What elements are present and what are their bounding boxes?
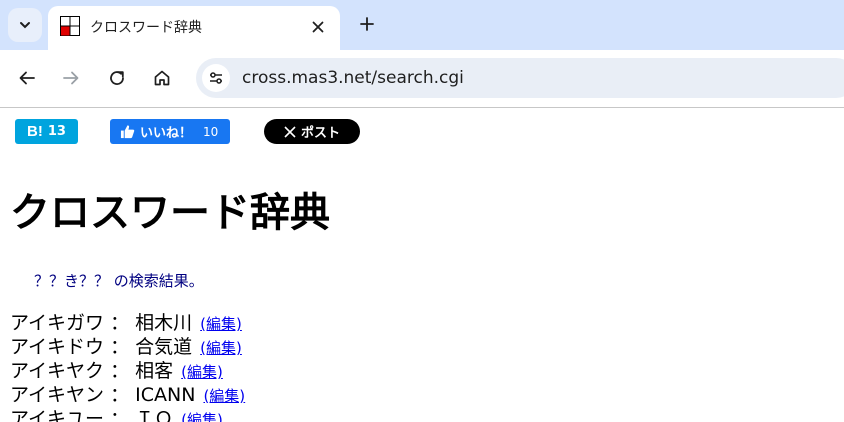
x-post-label: ポスト [300,126,340,141]
arrow-left-icon [19,71,35,85]
home-button[interactable] [147,63,177,93]
tab-title: クロスワード辞典 [90,20,202,36]
list-item: アイキガワ ： 相木川 (編集) [10,311,245,335]
hatena-logo: B! [27,123,43,140]
url-text: cross.mas3.net/search.cgi [242,68,464,88]
tune-icon [210,72,222,84]
search-summary: ？？き？？ の検索結果。 [34,270,204,291]
new-tab-button[interactable] [354,11,380,37]
plus-icon [360,17,374,31]
list-item: アイキヤク ： 相客 (編集) [10,359,245,383]
search-query: ？？き？？ [34,272,110,290]
home-icon [154,70,170,86]
tab-search-button[interactable] [8,8,42,42]
active-tab[interactable]: クロスワード辞典 [48,6,340,50]
result-word: ICANN [135,384,196,406]
edit-link[interactable]: (編集) [181,411,223,422]
result-word: 相客 [135,360,174,382]
hatena-count: 13 [47,124,66,139]
crossword-favicon-icon [60,16,80,36]
result-word: ＩＱ [135,408,174,422]
result-reading: アイキユー [10,408,105,422]
address-bar[interactable]: cross.mas3.net/search.cgi [196,58,844,98]
result-reading: アイキヤク [10,360,105,382]
x-post-button[interactable]: ポスト [264,119,360,144]
result-word: 合気道 [135,336,193,358]
edit-link[interactable]: (編集) [200,315,242,333]
thumbs-up-icon [120,125,135,139]
site-info-button[interactable] [202,64,230,92]
result-separator: ： [104,336,136,358]
result-separator: ： [104,312,136,334]
reload-icon [110,71,124,85]
back-button[interactable] [12,63,42,93]
search-summary-suffix: の検索結果。 [109,272,204,290]
forward-button[interactable] [56,63,86,93]
result-separator: ： [104,384,136,406]
like-count: 10 [203,124,219,139]
chevron-down-icon [20,22,30,29]
tab-strip: クロスワード辞典 [0,0,844,50]
close-icon [312,21,324,33]
page-title: クロスワード辞典 [10,190,330,236]
hatena-bookmark-button[interactable]: B! 13 [15,119,78,144]
page-content: B! 13 いいね！ 10 ポスト クロスワード辞典 ？？き？？ の検索結果。 … [0,108,844,422]
edit-link[interactable]: (編集) [200,339,242,357]
facebook-like-button[interactable]: いいね！ 10 [110,119,230,144]
result-word: 相木川 [135,312,193,334]
list-item: アイキドウ ： 合気道 (編集) [10,335,245,359]
result-reading: アイキドウ [10,336,105,358]
close-tab-button[interactable] [306,15,330,39]
results-list: アイキガワ ： 相木川 (編集) アイキドウ ： 合気道 (編集) アイキヤク ： … [10,311,245,422]
result-separator: ： [104,408,136,422]
list-item: アイキユー ： ＩＱ (編集) [10,407,245,422]
reload-button[interactable] [102,63,132,93]
result-separator: ： [104,360,136,382]
list-item: アイキヤン ： ICANN (編集) [10,383,245,407]
like-label: いいね！ [140,126,193,141]
result-reading: アイキガワ [10,312,105,334]
browser-toolbar: cross.mas3.net/search.cgi [0,50,844,107]
edit-link[interactable]: (編集) [203,387,245,405]
arrow-right-icon [63,71,79,85]
edit-link[interactable]: (編集) [181,363,223,381]
x-logo-icon [284,125,296,138]
result-reading: アイキヤン [10,384,105,406]
